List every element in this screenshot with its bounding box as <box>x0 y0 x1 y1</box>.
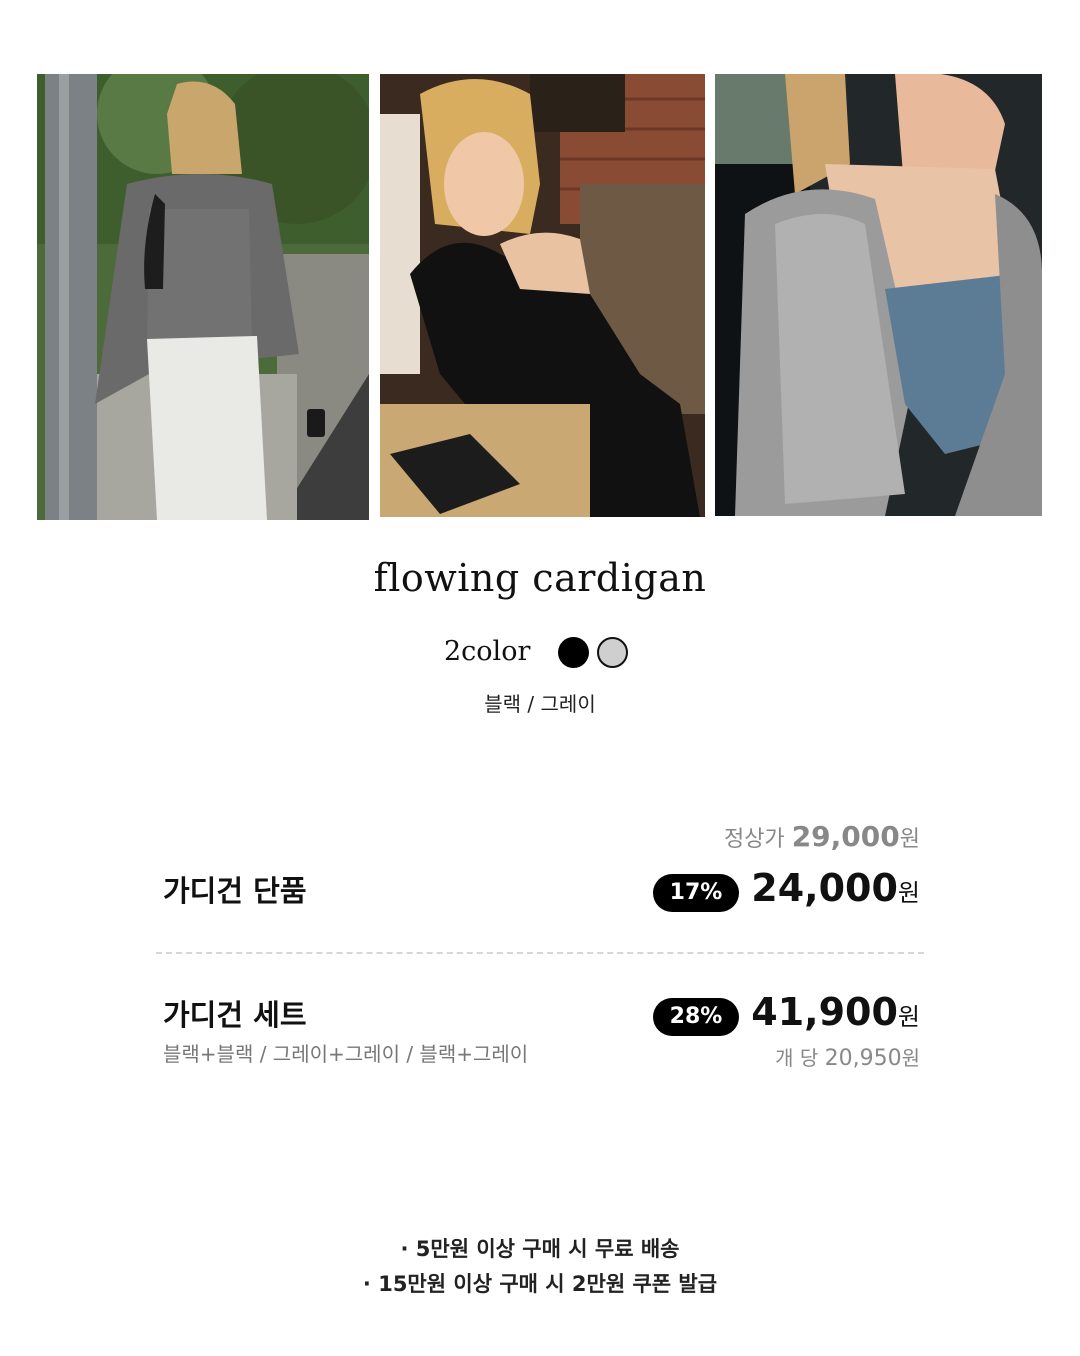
color-count: 2color <box>444 636 531 667</box>
product-photo-gray-back <box>37 74 369 520</box>
regular-price: 정상가 29,000원 <box>724 820 920 853</box>
per-piece-label: 개 당 <box>775 1046 819 1070</box>
per-piece-value: 20,950 <box>824 1046 902 1071</box>
single-price-value: 24,000 <box>751 866 898 910</box>
single-discount-badge: 17% <box>653 874 739 912</box>
regular-price-label: 정상가 <box>723 827 785 852</box>
shipping-notes: · 5만원 이상 구매 시 무료 배송 · 15만원 이상 구매 시 2만원 쿠… <box>0 1232 1080 1302</box>
set-item-name: 가디건 세트 <box>163 998 307 1032</box>
black-color-swatch[interactable] <box>558 637 589 668</box>
section-divider <box>156 952 924 954</box>
currency-unit: 원 <box>897 879 920 907</box>
product-photo-gallery <box>37 74 1043 520</box>
set-options: 블랙+블랙 / 그레이+그레이 / 블랙+그레이 <box>163 1042 529 1066</box>
currency-unit: 원 <box>897 1003 920 1031</box>
product-title: flowing cardigan <box>373 556 707 600</box>
per-piece-price: 개 당 20,950원 <box>775 1042 920 1071</box>
single-price: 24,000원 <box>751 866 920 910</box>
set-price: 41,900원 <box>751 990 920 1034</box>
color-options: 2color <box>0 634 1080 674</box>
coupon-note: · 15만원 이상 구매 시 2만원 쿠폰 발급 <box>362 1272 718 1296</box>
gray-color-swatch[interactable] <box>597 637 628 668</box>
color-names: 블랙 / 그레이 <box>484 692 596 716</box>
set-price-value: 41,900 <box>751 990 898 1034</box>
currency-unit: 원 <box>899 827 920 852</box>
regular-price-value: 29,000 <box>791 820 900 853</box>
product-photo-gray-front <box>715 74 1042 516</box>
product-photo-black <box>380 74 705 517</box>
free-shipping-note: · 5만원 이상 구매 시 무료 배송 <box>400 1237 680 1261</box>
single-item-name: 가디건 단품 <box>163 874 307 908</box>
set-discount-badge: 28% <box>653 998 739 1036</box>
currency-unit: 원 <box>901 1046 920 1070</box>
